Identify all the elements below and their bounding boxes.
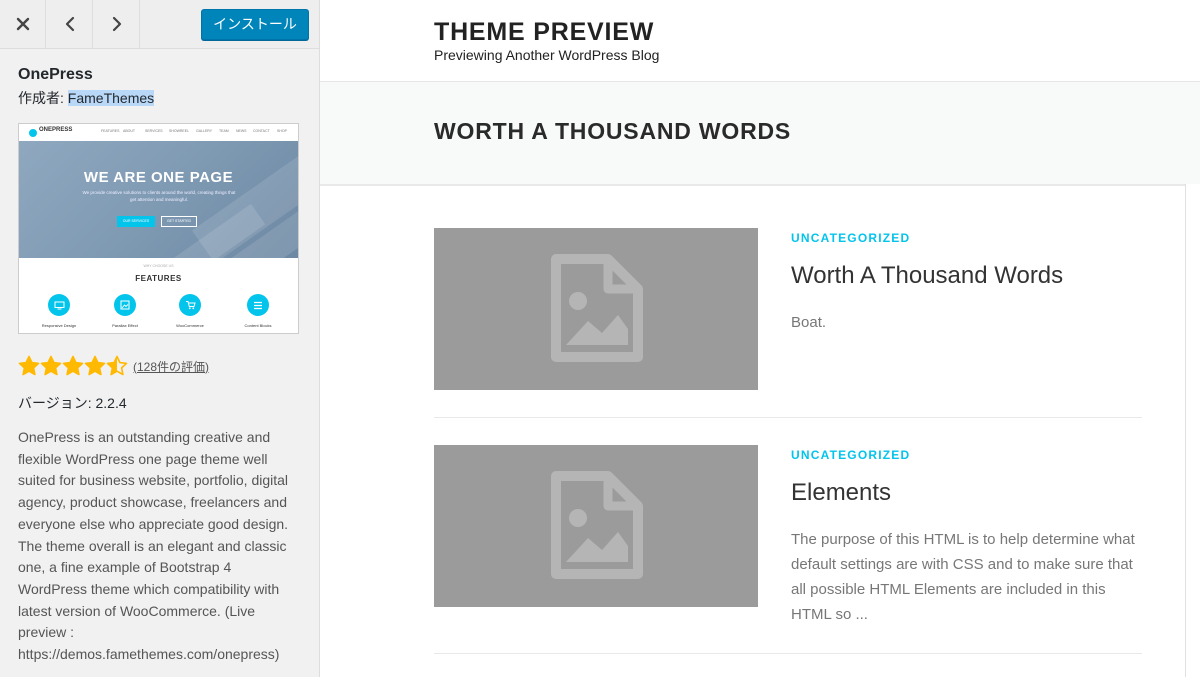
version-label: バージョン:	[18, 395, 96, 411]
sidebar-toolbar: インストール	[0, 0, 319, 49]
star-filled-icon	[84, 355, 106, 376]
screenshot-feature: Responsive Design	[29, 294, 89, 328]
star-rating	[18, 355, 128, 377]
site-description: Previewing Another WordPress Blog	[434, 47, 660, 63]
star-filled-icon	[62, 355, 84, 376]
screenshot-menu-item: FEATURES	[101, 129, 120, 133]
screenshot-hero-title: WE ARE ONE PAGE	[83, 169, 234, 186]
screenshot-menu-item: NEWS	[236, 129, 247, 133]
screenshot-secondary-button: GET STARTED	[161, 216, 197, 227]
post-title[interactable]: Worth A Thousand Words	[791, 262, 1063, 290]
cart-icon	[179, 294, 201, 316]
post-category[interactable]: UNCATEGORIZED	[791, 231, 910, 245]
page-header: WORTH A THOUSAND WORDS	[320, 82, 1200, 186]
theme-name: OnePress	[18, 66, 93, 83]
screenshot-menu-item: SHOWREEL	[169, 129, 190, 133]
image-placeholder-icon	[551, 254, 643, 362]
theme-preview-frame: THEME PREVIEW Previewing Another WordPre…	[320, 0, 1200, 677]
screenshot-menu-item: GALLERY	[196, 129, 213, 133]
screenshot-features-kicker: WHY CHOOSE US	[143, 264, 174, 268]
screenshot-hero-subtitle: We provide creative solutions to clients…	[82, 190, 236, 202]
screenshot-logo-text: ONEPRESS	[39, 127, 73, 133]
screenshot-feature-label: Responsive Design	[41, 323, 77, 328]
version-number: 2.2.4	[95, 395, 127, 411]
screenshot-menu-item: CONTACT	[253, 129, 270, 133]
preview-scrollbar[interactable]	[1185, 184, 1200, 677]
theme-details-sidebar: インストール OnePress 作成者: FameThemes ONEPRESS…	[0, 0, 320, 677]
post-item: UNCATEGORIZED Elements The purpose of th…	[434, 445, 1142, 655]
theme-description: OnePress is an outstanding creative and …	[18, 429, 289, 663]
next-theme-button[interactable]	[94, 0, 140, 48]
star-filled-icon	[18, 355, 40, 376]
screenshot-feature-label: Content Blocks	[244, 323, 272, 328]
previous-theme-button[interactable]	[47, 0, 93, 48]
post-title[interactable]: Elements	[791, 479, 891, 507]
screenshot-navbar: ONEPRESS FEATURES ABOUT SERVICES SHOWREE…	[19, 124, 298, 141]
screenshot-features-title: FEATURES	[135, 274, 182, 283]
image-icon	[114, 294, 136, 316]
rating-count-link[interactable]: (128件の評価)	[133, 358, 209, 375]
page-title: WORTH A THOUSAND WORDS	[434, 118, 792, 144]
author-name: FameThemes	[67, 90, 155, 106]
post-divider	[434, 653, 1142, 654]
chevron-right-icon	[112, 16, 121, 32]
screenshot-feature-label: Parallax Effect	[112, 323, 138, 328]
screenshot-menu-item: SHOP	[277, 129, 287, 133]
install-button[interactable]: インストール	[201, 9, 309, 40]
screenshot-logo-icon	[29, 129, 37, 137]
monitor-icon	[48, 294, 70, 316]
screenshot-hero: WE ARE ONE PAGE We provide creative solu…	[19, 141, 298, 258]
screenshot-primary-button: OUR SERVICES	[117, 216, 155, 227]
theme-author: 作成者: FameThemes	[18, 88, 301, 108]
screenshot-menu-item: SERVICES	[145, 129, 163, 133]
screenshot-menu-item: TEAM	[219, 129, 229, 133]
close-icon	[16, 17, 29, 31]
post-thumbnail[interactable]	[434, 445, 758, 607]
image-placeholder-icon	[551, 471, 643, 579]
screenshot-feature-label: WooCommerce	[176, 323, 204, 328]
post-excerpt: Boat.	[791, 314, 827, 331]
list-icon	[247, 294, 269, 316]
post-category[interactable]: UNCATEGORIZED	[791, 448, 910, 462]
site-title[interactable]: THEME PREVIEW	[434, 18, 654, 47]
chevron-left-icon	[65, 16, 74, 32]
close-button[interactable]	[0, 0, 46, 48]
post-excerpt: The purpose of this HTML is to help dete…	[791, 531, 1135, 623]
screenshot-menu-item: ABOUT	[123, 129, 136, 133]
theme-rating: (128件の評価)	[18, 354, 301, 378]
screenshot-feature: WooCommerce	[160, 294, 220, 328]
post-item: UNCATEGORIZED Worth A Thousand Words Boa…	[434, 228, 1142, 418]
author-prefix: 作成者:	[18, 90, 68, 106]
star-half-icon	[106, 355, 128, 376]
post-divider	[434, 417, 1142, 418]
post-thumbnail[interactable]	[434, 228, 758, 390]
screenshot-feature: Parallax Effect	[95, 294, 155, 328]
theme-screenshot: ONEPRESS FEATURES ABOUT SERVICES SHOWREE…	[18, 123, 299, 334]
site-header: THEME PREVIEW Previewing Another WordPre…	[320, 0, 1200, 82]
screenshot-feature: Content Blocks	[228, 294, 288, 328]
theme-version: バージョン: 2.2.4	[18, 393, 301, 413]
star-filled-icon	[40, 355, 62, 376]
